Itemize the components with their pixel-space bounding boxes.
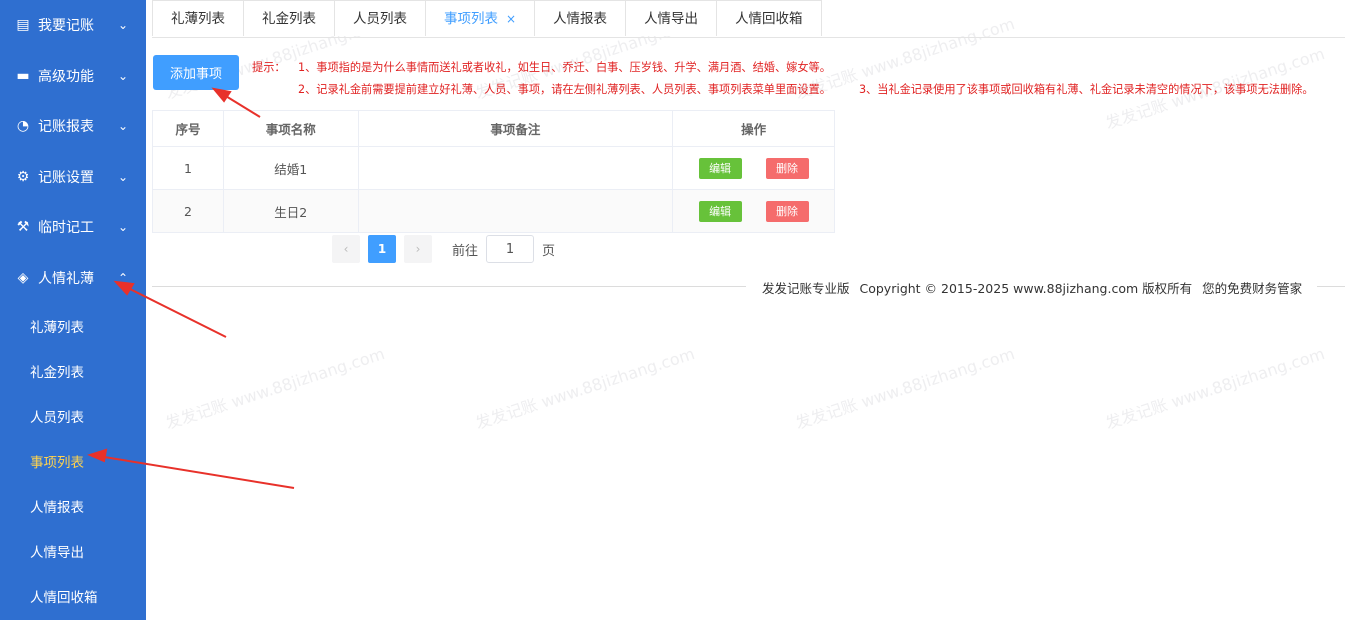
chevron-down-icon: ⌄ <box>117 220 128 235</box>
watermark: 发发记账 www.88jizhang.com <box>793 343 1017 433</box>
footer-slogan: 您的免费财务管家 <box>1202 281 1303 296</box>
event-name: 生日2 <box>222 189 359 233</box>
menu-group-temp-work[interactable]: ⚒ 临时记工 ⌄ <box>0 202 146 253</box>
sidebar-item-event-list[interactable]: 事项列表 <box>0 438 146 483</box>
table-header-row: 序号 事项名称 事项备注 操作 <box>152 110 835 147</box>
pie-chart-icon: ◔ <box>16 118 30 135</box>
menu-group-label: 记账报表 <box>38 119 94 136</box>
event-name: 结婚1 <box>222 146 359 190</box>
row-index: 2 <box>152 189 224 233</box>
footer-copyright: Copyright © 2015-2025 www.88jizhang.com … <box>859 281 1193 296</box>
column-header: 事项备注 <box>357 110 674 147</box>
tab-recycle-bin[interactable]: 人情回收箱 <box>716 0 822 36</box>
menu-group-label: 人情礼薄 <box>38 270 94 287</box>
tip-line-3: 3、当礼金记录使用了该事项或回收箱有礼薄、礼金记录未清空的情况下，该事项无法删除… <box>858 83 1314 96</box>
tab-bar: 礼薄列表 礼金列表 人员列表 事项列表 × 人情报表 人情导出 人情回收箱 <box>152 0 1345 38</box>
pagination: ‹ 1 › 前往 页 <box>332 235 555 263</box>
footer-product: 发发记账专业版 <box>762 281 850 296</box>
sidebar-item-gift-book-list[interactable]: 礼薄列表 <box>0 303 146 348</box>
column-header: 事项名称 <box>222 110 359 147</box>
tab-label: 事项列表 <box>444 11 498 27</box>
gear-icon: ⚙ <box>16 168 30 185</box>
watermark: 发发记账 www.88jizhang.com <box>163 343 387 433</box>
menu-group-gift-book[interactable]: ◈ 人情礼薄 ⌃ <box>0 253 146 304</box>
menu-group-bookkeeping[interactable]: ▤ 我要记账 ⌄ <box>0 0 146 51</box>
chevron-up-icon: ⌃ <box>117 270 128 285</box>
page-number-current[interactable]: 1 <box>368 235 396 263</box>
table-row: 1 结婚1 编辑 删除 <box>152 146 835 190</box>
prev-page-button[interactable]: ‹ <box>332 235 360 263</box>
chevron-down-icon: ⌄ <box>117 169 128 184</box>
chevron-down-icon: ⌄ <box>117 18 128 33</box>
event-note <box>357 189 674 233</box>
sidebar-item-gift-money-list[interactable]: 礼金列表 <box>0 348 146 393</box>
row-actions: 编辑 删除 <box>672 189 835 233</box>
menu-group-label: 高级功能 <box>38 68 94 85</box>
watermark: 发发记账 www.88jizhang.com <box>473 343 697 433</box>
footer: 发发记账专业版 Copyright © 2015-2025 www.88jizh… <box>762 278 1308 297</box>
goto-label: 前往 <box>452 243 479 259</box>
footer-divider <box>1317 286 1345 287</box>
edit-button[interactable]: 编辑 <box>698 200 742 222</box>
event-table: 序号 事项名称 事项备注 操作 1 结婚1 编辑 删除 2 生日2 编辑 删除 <box>152 110 835 233</box>
column-header: 序号 <box>152 110 224 147</box>
tab-gift-report[interactable]: 人情报表 <box>534 0 627 36</box>
tips-prefix: 提示： <box>252 61 286 74</box>
briefcase-icon: ▬ <box>16 67 30 84</box>
delete-button[interactable]: 删除 <box>765 200 809 222</box>
tab-gift-money-list[interactable]: 礼金列表 <box>243 0 335 36</box>
page-unit-label: 页 <box>542 243 556 259</box>
sidebar-item-gift-report[interactable]: 人情报表 <box>0 483 146 528</box>
close-icon[interactable]: × <box>506 12 516 26</box>
watermark: 发发记账 www.88jizhang.com <box>1103 343 1327 433</box>
tab-gift-book-list[interactable]: 礼薄列表 <box>152 0 244 36</box>
table-row: 2 生日2 编辑 删除 <box>152 189 835 233</box>
menu-group-label: 临时记工 <box>38 220 94 237</box>
tools-icon: ⚒ <box>16 219 30 236</box>
event-note <box>357 146 674 190</box>
menu-group-label: 我要记账 <box>38 18 94 35</box>
menu-group-reports[interactable]: ◔ 记账报表 ⌄ <box>0 101 146 152</box>
tips: 提示： 1、事项指的是为什么事情而送礼或者收礼，如生日、乔迁、白事、压岁钱、升学… <box>252 57 1314 101</box>
gem-icon: ◈ <box>17 269 29 286</box>
tab-gift-export[interactable]: 人情导出 <box>625 0 718 36</box>
row-index: 1 <box>152 146 224 190</box>
next-page-button[interactable]: › <box>404 235 432 263</box>
delete-button[interactable]: 删除 <box>765 157 809 179</box>
ledger-icon: ▤ <box>16 17 30 34</box>
sidebar-item-person-list[interactable]: 人员列表 <box>0 393 146 438</box>
tab-event-list[interactable]: 事项列表 × <box>425 0 536 36</box>
menu-group-advanced[interactable]: ▬ 高级功能 ⌄ <box>0 51 146 102</box>
goto-page-input[interactable] <box>486 235 535 263</box>
sidebar: ▤ 我要记账 ⌄ ▬ 高级功能 ⌄ ◔ 记账报表 ⌄ ⚙ 记账设置 ⌄ ⚒ 临时… <box>0 0 146 620</box>
chevron-down-icon: ⌄ <box>117 68 128 83</box>
tab-person-list[interactable]: 人员列表 <box>334 0 426 36</box>
sidebar-item-gift-export[interactable]: 人情导出 <box>0 528 146 573</box>
menu-group-settings[interactable]: ⚙ 记账设置 ⌄ <box>0 152 146 203</box>
row-actions: 编辑 删除 <box>672 146 835 190</box>
tip-line-2: 2、记录礼金前需要提前建立好礼薄、人员、事项，请在左侧礼薄列表、人员列表、事项列… <box>298 83 831 96</box>
menu-group-label: 记账设置 <box>38 169 94 186</box>
footer-divider <box>152 286 746 287</box>
sidebar-item-recycle-bin[interactable]: 人情回收箱 <box>0 573 146 618</box>
edit-button[interactable]: 编辑 <box>698 157 742 179</box>
chevron-down-icon: ⌄ <box>117 119 128 134</box>
add-event-button[interactable]: 添加事项 <box>153 55 239 90</box>
arrowhead <box>211 87 232 103</box>
tip-line-1: 1、事项指的是为什么事情而送礼或者收礼，如生日、乔迁、白事、压岁钱、升学、满月酒… <box>298 61 831 74</box>
column-header: 操作 <box>672 110 835 147</box>
